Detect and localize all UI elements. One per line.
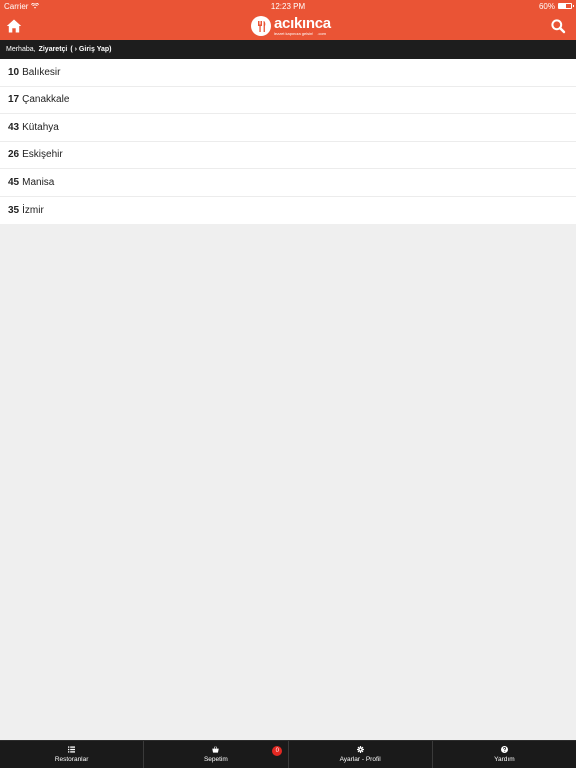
question-circle-icon xyxy=(500,746,508,753)
basket-icon xyxy=(212,746,220,753)
greeting-user: Ziyaretçi xyxy=(38,46,68,53)
fork-knife-icon xyxy=(251,16,271,36)
home-button[interactable] xyxy=(6,18,22,34)
city-plate-code: 26 xyxy=(8,149,20,161)
brand-logo[interactable]: acıkınca lezzet kapınıza gelsin! .com xyxy=(251,15,331,37)
logo-tagline: lezzet kapınıza gelsin! xyxy=(274,31,314,36)
city-name: Kütahya xyxy=(22,121,59,133)
city-name: Manisa xyxy=(22,176,55,188)
wifi-icon xyxy=(31,3,40,9)
tab-label: Restoranlar xyxy=(54,756,89,763)
city-item[interactable]: 17 Çanakkale xyxy=(0,87,576,114)
carrier-group: Carrier xyxy=(4,1,40,11)
search-icon xyxy=(551,19,566,34)
logo-wordmark: acıkınca xyxy=(274,15,331,32)
tab-label: Sepetim xyxy=(203,756,228,763)
city-plate-code: 35 xyxy=(8,204,20,216)
city-plate-code: 10 xyxy=(8,66,20,78)
city-item[interactable]: 45 Manisa xyxy=(0,169,576,197)
tab-label: Ayarlar - Profil xyxy=(339,756,381,763)
city-plate-code: 45 xyxy=(8,176,20,188)
logo-text-group: acıkınca lezzet kapınıza gelsin! .com xyxy=(274,16,331,36)
city-item[interactable]: 35 İzmir xyxy=(0,197,576,225)
city-item[interactable]: 43 Kütahya xyxy=(0,114,576,142)
home-icon xyxy=(6,19,22,33)
bottom-tab-bar: Restoranlar Sepetim 0 Ayarlar - Profil Y… xyxy=(0,740,576,768)
city-plate-code: 43 xyxy=(8,121,20,133)
list-icon xyxy=(68,746,76,753)
login-link[interactable]: ( › Giriş Yap) xyxy=(70,46,111,53)
battery-percent: 60% xyxy=(538,1,555,11)
greeting-bar: Merhaba, Ziyaretçi ( › Giriş Yap) xyxy=(0,40,576,59)
tab-help[interactable]: Yardım xyxy=(433,741,576,768)
battery-icon xyxy=(558,3,574,9)
city-name: Eskişehir xyxy=(22,149,63,161)
gear-icon xyxy=(356,746,364,753)
status-time: 12:23 PM xyxy=(270,1,306,11)
city-item[interactable]: 10 Balıkesir xyxy=(0,59,576,87)
tab-cart[interactable]: Sepetim 0 xyxy=(144,741,289,768)
tab-restaurants[interactable]: Restoranlar xyxy=(0,741,145,768)
carrier-label: Carrier xyxy=(4,1,29,11)
status-bar: Carrier 12:23 PM 60% xyxy=(0,0,576,12)
city-name: Balıkesir xyxy=(22,66,61,78)
tab-settings-profile[interactable]: Ayarlar - Profil xyxy=(289,741,433,768)
logo-tagline-row: lezzet kapınıza gelsin! .com xyxy=(274,32,326,36)
battery-group: 60% xyxy=(538,1,574,11)
nav-bar: acıkınca lezzet kapınıza gelsin! .com xyxy=(0,12,576,40)
city-plate-code: 17 xyxy=(8,94,20,106)
battery-fill xyxy=(559,4,567,8)
city-item[interactable]: 26 Eskişehir xyxy=(0,142,576,169)
city-name: Çanakkale xyxy=(22,94,70,106)
logo-domain: .com xyxy=(317,31,326,36)
city-name: İzmir xyxy=(22,204,44,216)
tab-label: Yardım xyxy=(494,756,515,763)
search-button[interactable] xyxy=(550,18,566,34)
city-list: 10 Balıkesir 17 Çanakkale 43 Kütahya 26 … xyxy=(0,59,576,224)
cart-count-badge: 0 xyxy=(272,746,283,756)
greeting-prefix: Merhaba, xyxy=(6,46,36,53)
